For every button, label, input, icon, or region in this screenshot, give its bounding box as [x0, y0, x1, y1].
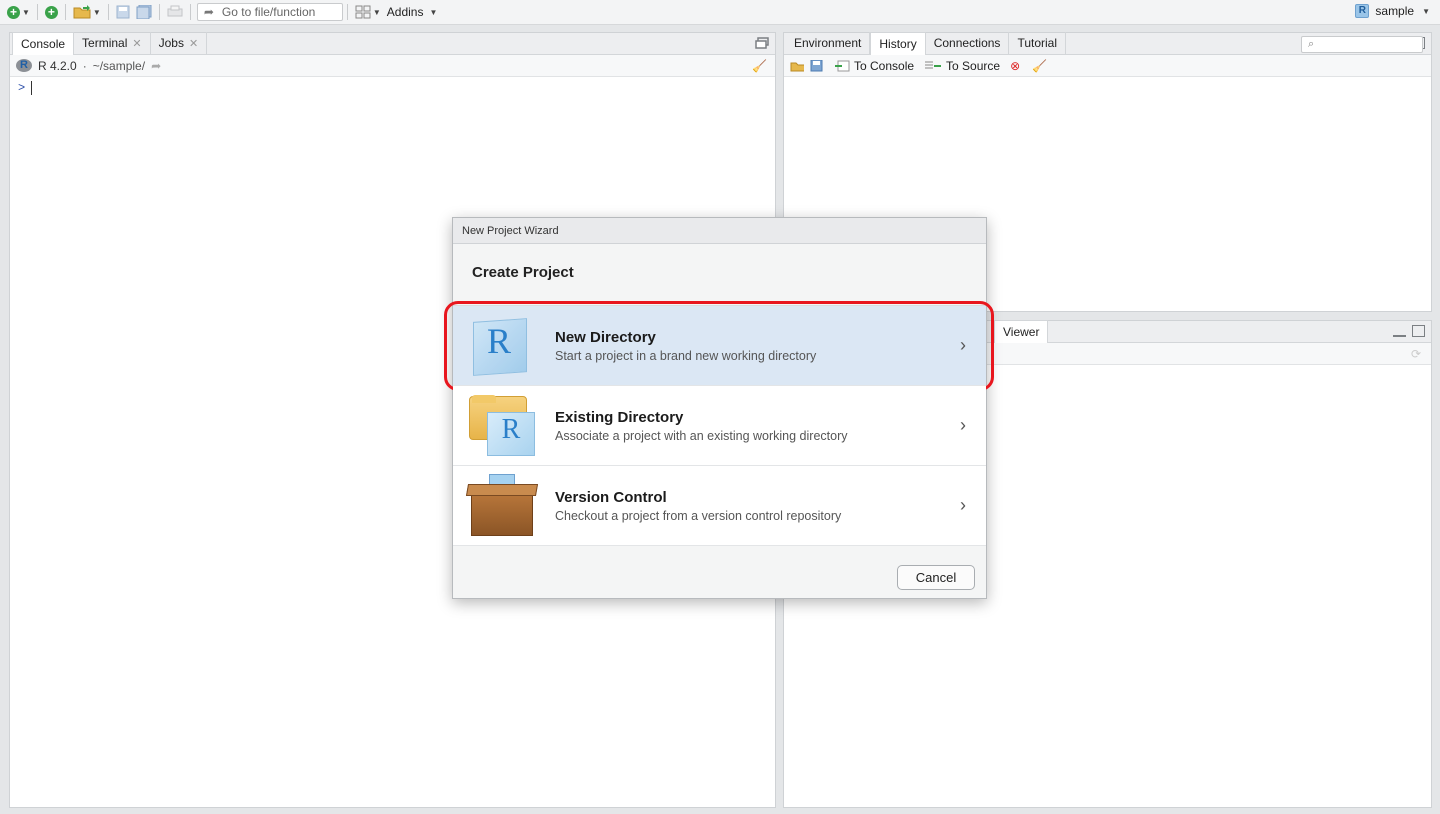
option-title: Version Control — [555, 488, 667, 506]
option-new-directory[interactable]: R New Directory Start a project in a bra… — [444, 301, 994, 391]
r-cube-icon: R — [467, 314, 535, 378]
chevron-right-icon: › — [960, 495, 966, 515]
chevron-right-icon: › — [960, 415, 966, 435]
chevron-right-icon: › — [960, 335, 966, 355]
folder-r-icon: R — [467, 394, 535, 458]
option-title: New Directory — [555, 328, 656, 346]
dialog-window-title: New Project Wizard — [462, 224, 559, 237]
option-description: Start a project in a brand new working d… — [555, 348, 817, 363]
option-existing-directory[interactable]: R Existing Directory Associate a project… — [453, 386, 986, 466]
modal-overlay: New Project Wizard Create Project R New … — [0, 0, 1440, 814]
project-options-list: R New Directory Start a project in a bra… — [444, 301, 994, 546]
dialog-title-bar: New Project Wizard — [453, 218, 986, 244]
dialog-heading: Create Project — [472, 264, 574, 281]
new-project-dialog: New Project Wizard Create Project R New … — [444, 217, 994, 599]
box-icon — [465, 473, 539, 538]
option-description: Checkout a project from a version contro… — [555, 508, 842, 523]
option-description: Associate a project with an existing wor… — [555, 428, 848, 443]
option-title: Existing Directory — [555, 408, 684, 426]
option-version-control[interactable]: Version Control Checkout a project from … — [453, 466, 986, 546]
cancel-button[interactable]: Cancel — [897, 565, 975, 590]
